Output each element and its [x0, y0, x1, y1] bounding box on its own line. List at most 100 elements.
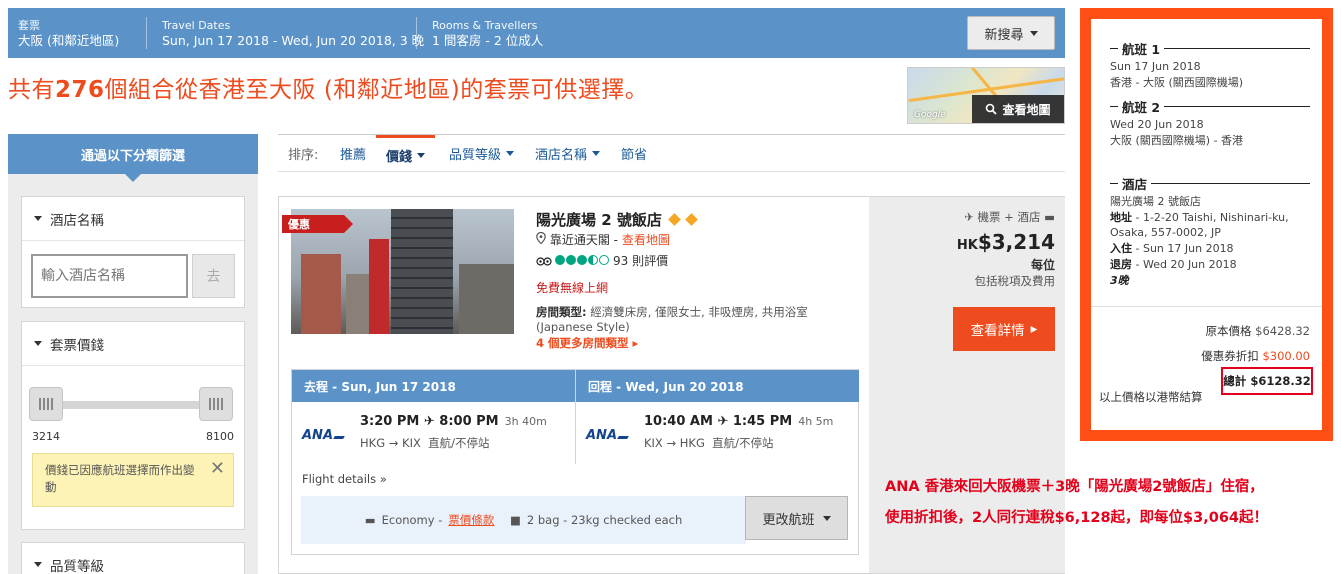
- chevron-down-icon: [822, 515, 831, 521]
- close-icon[interactable]: ✕: [210, 460, 225, 478]
- notice-text: 價錢已因應航班選擇而作出變動: [45, 463, 195, 494]
- sort-price-label: 價錢: [386, 149, 413, 165]
- summary-checkout: 退房 - Wed 20 Jun 2018: [1110, 257, 1310, 272]
- checkout-label: 退房: [1110, 258, 1132, 271]
- package-destination: 套票 大阪 (和鄰近地區): [18, 18, 119, 48]
- grip-icon: [209, 398, 223, 410]
- caret-down-icon: [34, 341, 42, 346]
- result-count: 276: [55, 77, 105, 103]
- rooms-travellers: Rooms & Travellers 1 間客房 - 2 位成人: [432, 18, 543, 48]
- travel-dates: Travel Dates Sun, Jun 17 2018 - Wed, Jun…: [162, 18, 424, 48]
- divider: [416, 17, 417, 49]
- sort-hotel-name[interactable]: 酒店名稱: [535, 135, 601, 172]
- price-slider-min-handle[interactable]: [29, 387, 63, 421]
- google-logo: Google: [914, 110, 946, 120]
- dates-label: Travel Dates: [162, 19, 231, 32]
- view-map-link[interactable]: 查看地圖: [622, 233, 670, 247]
- price-change-notice: 價錢已因應航班選擇而作出變動 ✕: [32, 453, 234, 507]
- review-count: 93 則評價: [613, 254, 669, 268]
- summary-flight-2: 航班 2 Wed 20 Jun 2018 大阪 (關西國際機場) - 香港: [1110, 97, 1310, 148]
- fare-rules-link[interactable]: 票價條款: [448, 512, 494, 528]
- outbound-flight: ANA 3:20 PM ✈ 8:00 PM 3h 40m HKG → KIX 直航…: [292, 402, 575, 464]
- depart-time: 10:40 AM: [644, 414, 713, 429]
- caret-down-icon: [34, 562, 42, 567]
- price-breakdown: 原本價格 $6428.32 優惠券折扣 $300.00 總計 $6128.32 …: [1091, 306, 1322, 430]
- ana-logo: ANA: [586, 428, 629, 443]
- grip-icon: [39, 398, 53, 410]
- hotel-name-input[interactable]: [31, 254, 188, 298]
- summary-hotel: 酒店 陽光廣場 2 號飯店 地址 - 1-2-20 Taishi, Nishin…: [1110, 174, 1310, 288]
- flight-1-title: 航班 1: [1122, 42, 1161, 57]
- package-type-text: 機票 + 酒店: [977, 210, 1041, 224]
- price-amount: $3,214: [977, 230, 1055, 254]
- summary-nights: 3晚: [1110, 274, 1129, 287]
- search-summary-bar: 套票 大阪 (和鄰近地區) Travel Dates Sun, Jun 17 2…: [8, 8, 1065, 58]
- price-filter: 套票價錢 3214 8100 價錢已因應航班選擇而作出變動 ✕: [21, 321, 245, 530]
- coupon-discount: 優惠券折扣 $300.00: [1201, 348, 1310, 364]
- new-search-label: 新搜尋: [984, 27, 1024, 43]
- flight-1-date: Sun 17 Jun 2018: [1110, 60, 1201, 73]
- view-map-button[interactable]: 查看地圖: [972, 95, 1064, 123]
- view-details-button[interactable]: 查看詳情 ▸: [953, 307, 1055, 351]
- package-type: ✈ 機票 + 酒店 ▬: [964, 209, 1055, 225]
- headline-mid: 個組合從香港至: [104, 77, 270, 103]
- chevron-right-icon: ▸: [632, 336, 639, 350]
- chevron-down-icon: [1029, 30, 1038, 36]
- total-price: 總計 $6128.32: [1221, 367, 1313, 395]
- trip-summary-details: 航班 1 Sun 17 Jun 2018 香港 - 大阪 (關西國際機場) 航班…: [1091, 19, 1322, 310]
- flight-2-route: 大阪 (關西國際機場) - 香港: [1110, 134, 1244, 147]
- hotel-name-filter-toggle[interactable]: 酒店名稱: [22, 197, 244, 241]
- chevron-down-icon: [592, 151, 601, 156]
- headline-pre: 共有: [8, 77, 55, 103]
- sort-recommended[interactable]: 推薦: [340, 135, 366, 172]
- sort-savings[interactable]: 節省: [621, 135, 647, 172]
- sort-label: 排序:: [288, 148, 319, 163]
- price-slider-max-handle[interactable]: [199, 387, 233, 421]
- airline-name: ANA: [586, 428, 618, 443]
- outbound-times: 3:20 PM ✈ 8:00 PM 3h 40m: [360, 414, 547, 429]
- room-type-label: 房間類型:: [536, 305, 587, 319]
- hotel-name-go-button[interactable]: 去: [192, 254, 235, 298]
- route-airports: HKG → KIX: [360, 436, 421, 450]
- new-search-button[interactable]: 新搜尋: [967, 16, 1055, 50]
- tripadvisor-owl-icon: [536, 256, 552, 266]
- route-airports: KIX → HKG: [644, 436, 705, 450]
- hotel-name[interactable]: 陽光廣場 2 號飯店: [536, 209, 698, 230]
- flight-panel: 去程 - Sun, Jun 17 2018 回程 - Wed, Jun 20 2…: [291, 369, 859, 555]
- original-price: 原本價格 $6428.32: [1205, 323, 1310, 339]
- rating-dots: [555, 254, 610, 268]
- price-slider-track[interactable]: [46, 401, 216, 409]
- baggage-icon: ■: [510, 513, 521, 527]
- building-shape: [459, 264, 514, 334]
- sort-bar: 排序: 推薦 價錢 品質等級 酒店名稱 節省: [278, 134, 1065, 172]
- baggage-allowance: 2 bag - 23kg checked each: [526, 513, 683, 527]
- cabin-class: Economy -: [381, 513, 443, 527]
- sort-hotel-name-label: 酒店名稱: [535, 148, 588, 163]
- sort-price[interactable]: 價錢: [376, 135, 436, 172]
- flight-details-toggle[interactable]: Flight details »: [302, 472, 387, 486]
- price-currency: HK: [956, 238, 978, 253]
- inbound-times: 10:40 AM ✈ 1:45 PM 4h 5m: [644, 414, 833, 429]
- rating-dot: [566, 254, 576, 265]
- map-thumbnail[interactable]: Google 查看地圖: [907, 67, 1065, 124]
- quality-filter: 品質等級: [21, 542, 245, 574]
- sort-quality[interactable]: 品質等級: [449, 135, 515, 172]
- airplane-icon: ✈: [964, 210, 974, 224]
- change-flight-button[interactable]: 更改航班: [745, 496, 848, 540]
- flight-2-date: Wed 20 Jun 2018: [1110, 118, 1204, 131]
- more-room-types-link[interactable]: 4 個更多房間類型 ▸: [536, 335, 638, 351]
- price-filter-toggle[interactable]: 套票價錢: [22, 322, 244, 366]
- quality-filter-toggle[interactable]: 品質等級: [22, 543, 244, 574]
- tripadvisor-rating[interactable]: 93 則評價: [536, 252, 668, 269]
- chevron-down-icon: [506, 151, 515, 156]
- ana-logo-mark: [617, 436, 629, 439]
- promo-annotation: ANA 香港來回大阪機票＋3晚「陽光廣場2號飯店」住宿， 使用折扣後，2人同行連…: [885, 472, 1330, 534]
- summary-address: 地址 - 1-2-20 Taishi, Nishinari-ku, Osaka,…: [1110, 210, 1310, 240]
- filter-header: 通過以下分類篩選: [8, 134, 258, 182]
- address-value: - 1-2-20 Taishi, Nishinari-ku, Osaka, 55…: [1110, 211, 1289, 239]
- view-map-label: 查看地圖: [1002, 102, 1051, 117]
- trip-summary: 航班 1 Sun 17 Jun 2018 香港 - 大阪 (關西國際機場) 航班…: [1080, 8, 1333, 441]
- summary-checkin: 入住 - Sun 17 Jun 2018: [1110, 241, 1310, 256]
- flight-1-route: 香港 - 大阪 (關西國際機場): [1110, 76, 1244, 89]
- flight-duration: 4h 5m: [798, 415, 834, 428]
